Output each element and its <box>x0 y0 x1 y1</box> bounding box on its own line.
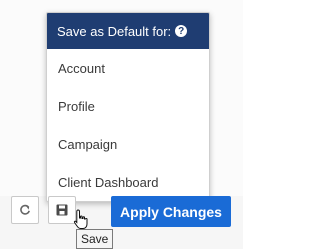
menu-header: Save as Default for: ? <box>47 13 209 49</box>
save-button[interactable] <box>48 196 76 224</box>
refresh-button[interactable] <box>11 196 39 224</box>
menu-item-label: Campaign <box>58 136 118 152</box>
help-icon[interactable]: ? <box>175 25 188 37</box>
apply-changes-button[interactable]: Apply Changes <box>111 196 231 227</box>
refresh-icon <box>20 204 30 215</box>
menu-item-campaign[interactable]: Campaign <box>47 125 209 163</box>
tooltip-label: Save <box>81 232 109 246</box>
hand-pointer-icon <box>73 209 88 229</box>
menu-item-label: Profile <box>58 98 95 114</box>
save-tooltip: Save <box>76 229 114 249</box>
floppy-disk-icon <box>56 204 68 216</box>
menu-item-label: Account <box>58 60 105 76</box>
menu-item-account[interactable]: Account <box>47 49 209 87</box>
save-default-menu: Save as Default for: ? Account Profile C… <box>46 12 210 202</box>
menu-item-profile[interactable]: Profile <box>47 87 209 125</box>
menu-header-label: Save as Default for: <box>57 23 172 39</box>
menu-item-label: Client Dashboard <box>58 174 159 190</box>
